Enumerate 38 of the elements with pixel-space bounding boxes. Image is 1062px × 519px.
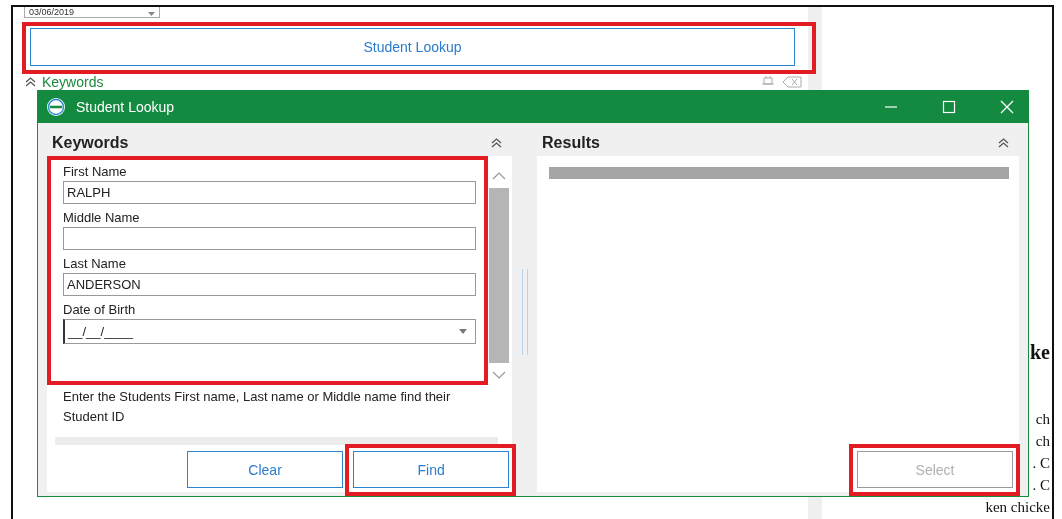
date-field[interactable]: 03/06/2019 [24,7,160,18]
panel-title: Keywords [52,133,129,152]
document-text: . C [1032,454,1050,473]
dropdown-arrow-icon [148,12,155,16]
window-title: Student Lookup [76,98,175,115]
document-text: ken chicke [985,498,1050,517]
field-label: Last Name [63,256,127,272]
dropdown-arrow-icon [459,329,467,334]
date-field[interactable]: __/__/____ [63,319,476,344]
field-label: First Name [63,164,128,180]
close-icon[interactable] [1000,99,1014,114]
text-field[interactable] [63,227,476,250]
panel-title: Results [542,133,600,152]
field-label: Date of Birth [63,302,137,318]
splitter-handle[interactable] [522,269,529,355]
scrollbar-thumb[interactable] [489,188,509,363]
document-text: ke [1030,340,1050,365]
text-field[interactable]: ANDERSON [63,273,476,296]
section-title: Keywords [42,75,104,89]
find-button[interactable]: Find [353,451,510,488]
collapse-icon [25,77,36,87]
backspace-icon[interactable] [782,76,802,88]
scrollbar[interactable] [55,437,499,445]
document-text: ch [1035,432,1050,451]
document-text: . C [1032,476,1050,495]
hint-text: Enter the Students First name, Last name or Middle name find their Student ID [63,388,452,426]
text-field[interactable]: RALPH [63,181,476,204]
field-label: Middle Name [63,210,141,226]
maximize-icon[interactable] [942,99,956,114]
app-logo-icon [46,96,66,117]
collapse-icon[interactable] [998,137,1009,148]
collapse-icon[interactable] [491,137,503,148]
student-lookup-button[interactable]: Student Lookup [30,28,795,66]
pin-icon[interactable] [760,76,776,88]
scroll-up-icon[interactable] [492,172,506,180]
clear-button[interactable]: Clear [187,451,344,488]
document-text: ch [1035,410,1050,429]
scroll-down-icon[interactable] [492,371,506,379]
